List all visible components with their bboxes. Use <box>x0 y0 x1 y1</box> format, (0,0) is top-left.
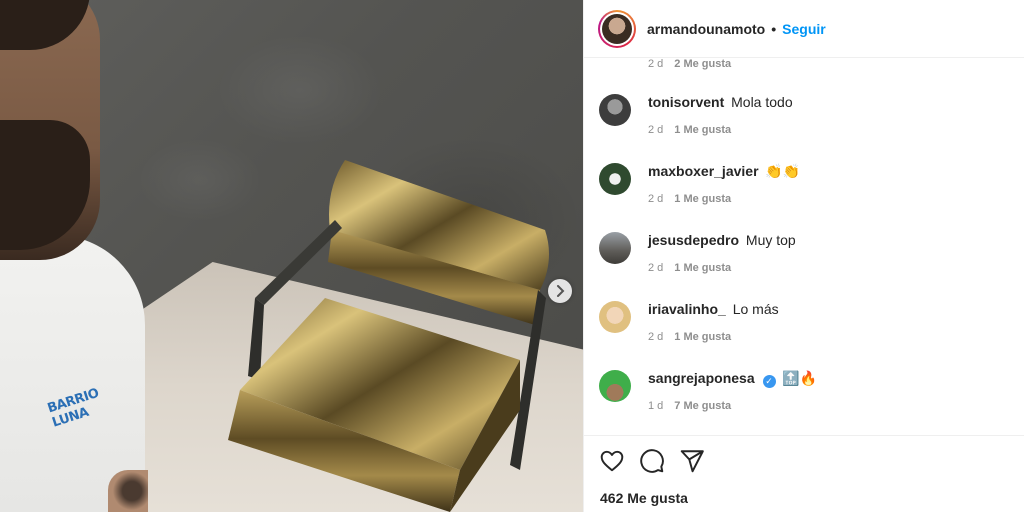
gold-chair-image <box>228 160 549 512</box>
comment-meta: 2 d 1 Me gusta <box>648 193 731 205</box>
comment-body: Lo más <box>732 301 779 317</box>
comment-time: 2 d <box>648 193 664 205</box>
comment-likes[interactable]: 1 Me gusta <box>674 331 731 343</box>
comments-list[interactable]: 2 d 2 Me gusta tonisorvent Mola todo 2 d… <box>584 58 1024 435</box>
follow-button[interactable]: Seguir <box>782 21 826 37</box>
comment-likes[interactable]: 2 Me gusta <box>674 58 731 70</box>
comment-text: sangrejaponesa ✓ 🔝🔥 <box>648 370 817 388</box>
comment-time: 2 d <box>648 331 664 343</box>
commenter-avatar[interactable] <box>599 370 631 402</box>
comment-likes[interactable]: 1 Me gusta <box>674 193 731 205</box>
commenter-avatar[interactable] <box>599 94 631 126</box>
comment-text: tonisorvent Mola todo <box>648 94 793 110</box>
comment-meta: 2 d 1 Me gusta <box>648 331 731 343</box>
post-header: armandounamoto • Seguir <box>584 0 1024 58</box>
comment-body: Mola todo <box>731 94 793 110</box>
comment-time: 2 d <box>648 262 664 274</box>
comment-text: jesusdepedro Muy top <box>648 232 796 248</box>
post-sidebar: armandounamoto • Seguir 2 d 2 Me gusta t… <box>583 0 1024 512</box>
chevron-right-icon <box>557 285 565 297</box>
commenter-username[interactable]: sangrejaponesa <box>648 370 755 386</box>
likes-count[interactable]: 462 Me gusta <box>600 490 688 506</box>
comment-likes[interactable]: 1 Me gusta <box>674 124 731 136</box>
comment-body: Muy top <box>745 232 796 248</box>
post-photo[interactable]: BARRIO LUNA <box>0 0 583 512</box>
comment-meta: 1 d 7 Me gusta <box>648 400 731 412</box>
comment-meta: 2 d 1 Me gusta <box>648 124 731 136</box>
next-photo-button[interactable] <box>548 279 572 303</box>
comment-time: 2 d <box>648 58 664 70</box>
verified-badge-icon: ✓ <box>762 375 776 388</box>
commenter-username[interactable]: jesusdepedro <box>648 232 739 248</box>
comment-likes[interactable]: 7 Me gusta <box>674 400 731 412</box>
owner-avatar[interactable] <box>598 9 636 48</box>
comment-meta: 2 d 1 Me gusta <box>648 262 731 274</box>
comment-text: maxboxer_javier 👏👏 <box>648 163 800 180</box>
commenter-avatar[interactable] <box>599 301 631 333</box>
comment-body: 🔝🔥 <box>782 371 818 387</box>
comment-time: 1 d <box>648 400 664 412</box>
commenter-username[interactable]: iriavalinho_ <box>648 301 726 317</box>
comment-text: iriavalinho_ Lo más <box>648 301 779 317</box>
share-icon[interactable] <box>679 448 705 474</box>
commenter-username[interactable]: maxboxer_javier <box>648 163 759 179</box>
person-selfie: BARRIO LUNA <box>0 0 148 512</box>
comment-likes[interactable]: 1 Me gusta <box>674 262 731 274</box>
owner-username[interactable]: armandounamoto <box>647 21 765 37</box>
comment-meta: 2 d 2 Me gusta <box>648 58 731 70</box>
comment-time: 2 d <box>648 124 664 136</box>
heart-icon[interactable] <box>599 448 625 474</box>
commenter-username[interactable]: tonisorvent <box>648 94 724 110</box>
comment-icon[interactable] <box>639 448 665 474</box>
commenter-avatar[interactable] <box>599 232 631 264</box>
comment-body: 👏👏 <box>765 164 801 180</box>
separator-dot: • <box>771 20 777 37</box>
commenter-avatar[interactable] <box>599 163 631 195</box>
post-actions: 462 Me gusta <box>584 435 1024 512</box>
